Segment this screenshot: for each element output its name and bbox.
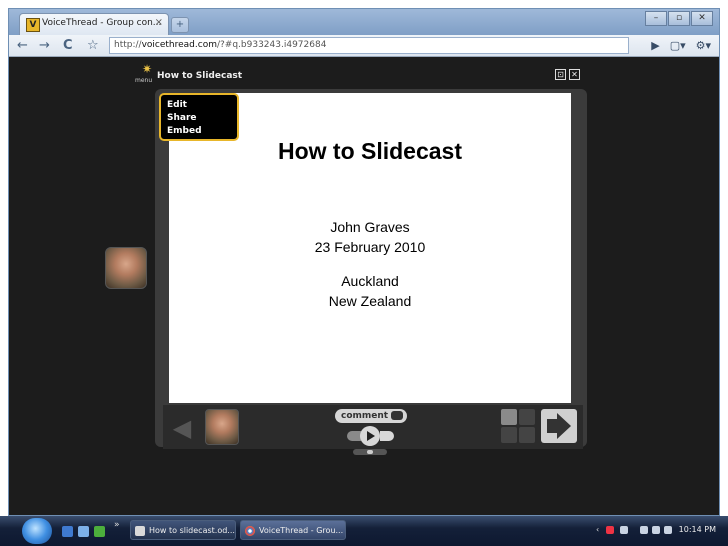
scrubber[interactable] (353, 449, 387, 455)
voicethread-favicon-icon: V (26, 18, 40, 32)
quick-launch-overflow-icon[interactable]: » (114, 520, 120, 530)
comment-button[interactable]: comment (335, 409, 407, 423)
wireless-icon[interactable] (652, 526, 660, 534)
taskbar-item-label: How to slidecast.od... (149, 526, 235, 535)
slide-country: New Zealand (328, 293, 412, 309)
rewind-icon[interactable] (347, 431, 361, 441)
address-path: /?#q.b933243.i4972684 (216, 40, 327, 50)
new-tab-button[interactable]: + (171, 17, 189, 33)
speech-bubble-icon (391, 411, 403, 420)
title-bar: V VoiceThread - Group con... × + – ▫ ✕ (9, 9, 719, 35)
tray-alert-icon[interactable] (606, 526, 614, 534)
start-button[interactable] (22, 518, 52, 544)
play-controls (347, 426, 397, 446)
clock[interactable]: 10:14 PM (679, 520, 716, 540)
tab-voicethread[interactable]: V VoiceThread - Group con... × (19, 13, 169, 35)
slide-heading: How to Slidecast (277, 138, 463, 164)
address-scheme: http:// (114, 40, 142, 50)
edit-menu-item[interactable]: Edit (167, 99, 231, 112)
viewer-icons: ⊡ ✕ (555, 69, 580, 80)
tab-close-icon[interactable]: × (155, 17, 163, 28)
play-icon[interactable] (360, 426, 380, 446)
tab-title: VoiceThread - Group con... (42, 18, 162, 28)
system-tray: ‹ 10:14 PM (596, 520, 722, 540)
next-slide-icon[interactable] (541, 409, 577, 443)
switch-windows-icon[interactable] (78, 526, 89, 537)
voicethread-title: How to Slidecast (157, 71, 243, 81)
minimize-button[interactable]: – (645, 11, 667, 26)
window-controls: – ▫ ✕ (645, 11, 713, 26)
notes-icon[interactable] (501, 409, 517, 425)
previous-slide-icon[interactable]: ◀ (167, 413, 197, 443)
page-content: ✷ menu How to Slidecast ⊡ ✕ How to Slide… (9, 57, 719, 515)
address-bar[interactable]: http://voicethread.com/?#q.b933243.i4972… (109, 37, 629, 54)
fast-forward-icon[interactable] (380, 431, 394, 441)
thumbnail-icon[interactable] (501, 427, 517, 443)
menu-label[interactable]: menu (135, 77, 152, 84)
comment-label: comment (341, 411, 389, 421)
slide-date: 23 February 2010 (314, 239, 426, 255)
show-desktop-icon[interactable] (62, 526, 73, 537)
taskbar-item-label: VoiceThread - Grou... (259, 526, 344, 535)
scrubber-handle[interactable] (367, 450, 373, 454)
slide-thumbnails (501, 409, 535, 443)
thumbnail-icon[interactable] (519, 409, 535, 425)
fullscreen-icon[interactable]: ⊡ (555, 69, 566, 80)
page-action-icon[interactable]: ▶ (651, 39, 659, 52)
thumbnail-icon[interactable] (519, 427, 535, 443)
embed-menu-item[interactable]: Embed (167, 125, 231, 138)
slide-city: Auckland (341, 273, 399, 289)
tray-arrow-icon[interactable]: ‹ (596, 520, 599, 540)
document-icon (135, 526, 145, 536)
user-avatar[interactable] (205, 409, 239, 445)
menu-gear-icon[interactable]: ✷ (137, 63, 157, 75)
share-menu-item[interactable]: Share (167, 112, 231, 125)
wrench-menu-icon[interactable]: ⚙▾ (696, 39, 711, 52)
toolbar-right: ▶ ▢▾ ⚙▾ (651, 39, 711, 52)
edit-menu: Edit Share Embed (159, 93, 239, 141)
browser-toolbar: ← → C ☆ http://voicethread.com/?#q.b9332… (9, 35, 719, 57)
close-window-button[interactable]: ✕ (691, 11, 713, 26)
media-player-icon[interactable] (94, 526, 105, 537)
power-icon[interactable] (640, 526, 648, 534)
commenter-avatar[interactable] (105, 247, 147, 289)
maximize-button[interactable]: ▫ (668, 11, 690, 26)
page-menu-icon[interactable]: ▢▾ (670, 39, 686, 52)
browser-window: V VoiceThread - Group con... × + – ▫ ✕ ←… (8, 8, 720, 516)
address-host: voicethread.com (141, 40, 217, 50)
slide-author: John Graves (330, 219, 410, 235)
bookmark-star-icon[interactable]: ☆ (87, 38, 99, 53)
taskbar-item-slidecast[interactable]: How to slidecast.od... (130, 520, 236, 540)
back-icon[interactable]: ← (17, 38, 28, 53)
reload-icon[interactable]: C (63, 38, 73, 53)
chrome-icon (245, 526, 255, 536)
network-icon[interactable] (620, 526, 628, 534)
close-viewer-icon[interactable]: ✕ (569, 69, 580, 80)
taskbar-item-voicethread[interactable]: VoiceThread - Grou... (240, 520, 346, 540)
forward-icon[interactable]: → (39, 38, 50, 53)
volume-icon[interactable] (664, 526, 672, 534)
